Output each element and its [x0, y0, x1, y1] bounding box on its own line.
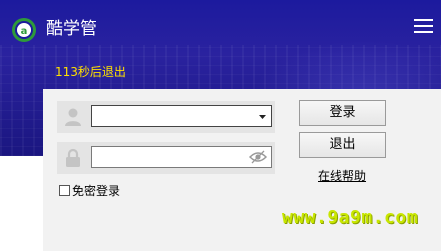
remember-checkbox[interactable]	[59, 185, 70, 196]
remember-login-option[interactable]: 免密登录	[59, 182, 120, 199]
login-button[interactable]: 登录	[299, 100, 386, 126]
site-watermark: www.9a9m.com	[282, 207, 419, 228]
lock-icon	[66, 148, 80, 167]
eye-icon[interactable]	[249, 150, 267, 164]
login-window: a 酷学管 113秒后退出 免密登录 登录 退出 在线帮助 www.9a9m.c…	[0, 0, 441, 251]
password-input[interactable]	[94, 149, 252, 167]
svg-text:a: a	[21, 26, 28, 37]
app-title: 酷学管	[46, 19, 97, 39]
username-combobox[interactable]	[91, 105, 272, 127]
username-input[interactable]	[94, 108, 252, 126]
remember-label: 免密登录	[72, 184, 121, 198]
exit-button[interactable]: 退出	[299, 132, 386, 158]
app-logo: a	[12, 18, 36, 42]
password-row	[57, 142, 275, 174]
password-field[interactable]	[91, 146, 272, 168]
user-icon	[65, 108, 81, 126]
countdown-text: 113秒后退出	[55, 65, 126, 79]
online-help-link[interactable]: 在线帮助	[318, 167, 366, 184]
dropdown-arrow-icon[interactable]	[255, 107, 270, 125]
menu-icon[interactable]	[414, 18, 433, 34]
username-row	[57, 101, 275, 133]
